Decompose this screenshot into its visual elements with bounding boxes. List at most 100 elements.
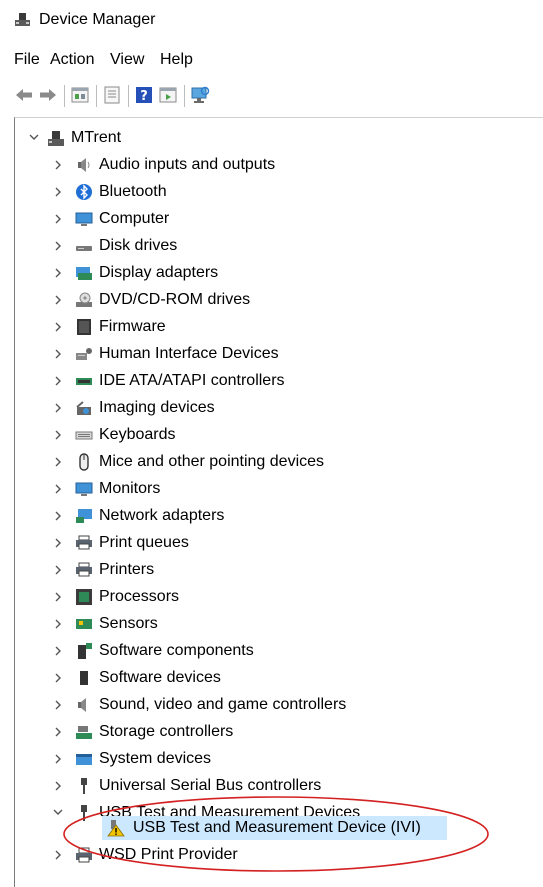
menu-file[interactable]: File: [12, 50, 42, 70]
tree-category[interactable]: Software devices: [15, 666, 535, 690]
expand-chevron-icon[interactable]: [51, 234, 65, 258]
properties-view-icon[interactable]: [70, 85, 90, 105]
bluetooth-icon: [76, 184, 92, 200]
tree-category[interactable]: Sensors: [15, 612, 535, 636]
toolbar-separator: [96, 85, 97, 107]
expand-chevron-icon[interactable]: [51, 639, 65, 663]
expand-chevron-icon[interactable]: [51, 585, 65, 609]
tree-category[interactable]: Processors: [15, 585, 535, 609]
tree-category[interactable]: Mice and other pointing devices: [15, 450, 535, 474]
expand-chevron-icon[interactable]: [51, 843, 65, 867]
expand-chevron-icon[interactable]: [51, 504, 65, 528]
printer-icon: [76, 562, 92, 577]
menu-help[interactable]: Help: [158, 50, 195, 70]
expand-chevron-icon[interactable]: [51, 207, 65, 231]
tree-category-label: Human Interface Devices: [99, 345, 279, 362]
tree-category[interactable]: Bluetooth: [15, 180, 535, 204]
tree-category-label: Disk drives: [99, 237, 178, 254]
expand-chevron-icon[interactable]: [51, 315, 65, 339]
run-icon[interactable]: [158, 85, 178, 105]
sensor-icon: [76, 619, 92, 629]
tree-category-label: Firmware: [99, 318, 166, 335]
expand-chevron-icon[interactable]: [51, 531, 65, 555]
toolbar-separator: [128, 85, 129, 107]
expand-chevron-icon[interactable]: [51, 720, 65, 744]
tree-category[interactable]: Monitors: [15, 477, 535, 501]
expand-chevron-icon[interactable]: [51, 153, 65, 177]
tree-category-label: Software devices: [99, 669, 221, 686]
expand-chevron-icon[interactable]: [51, 666, 65, 690]
tree-category-label: Audio inputs and outputs: [99, 156, 276, 173]
expand-chevron-icon[interactable]: [51, 423, 65, 447]
imaging-device-icon: [76, 401, 91, 415]
menu-action[interactable]: Action: [48, 50, 96, 70]
tree-category[interactable]: Computer: [15, 207, 535, 231]
tree-category-label: Mice and other pointing devices: [99, 453, 325, 470]
tree-category[interactable]: Sound, video and game controllers: [15, 693, 535, 717]
tree-category-label: Imaging devices: [99, 399, 215, 416]
tree-category[interactable]: DVD/CD-ROM drives: [15, 288, 535, 312]
expand-chevron-icon[interactable]: [51, 693, 65, 717]
tree-category-label: DVD/CD-ROM drives: [99, 291, 251, 308]
tree-category-label: Print queues: [99, 534, 189, 551]
system-device-icon: [76, 754, 92, 765]
expand-chevron-icon[interactable]: [51, 342, 65, 366]
tree-category[interactable]: Imaging devices: [15, 396, 535, 420]
usb-icon: [81, 778, 87, 794]
tree-category[interactable]: Audio inputs and outputs: [15, 153, 535, 177]
back-icon[interactable]: [14, 85, 34, 105]
menu-bar: File Action View Help: [0, 50, 543, 72]
tree-root[interactable]: MTrent: [15, 126, 535, 150]
expand-chevron-icon[interactable]: [51, 450, 65, 474]
tree-child-usb-ivi[interactable]: USB Test and Measurement Device (IVI): [15, 816, 535, 840]
expand-chevron-icon[interactable]: [51, 288, 65, 312]
tree-category-label: Universal Serial Bus controllers: [99, 777, 322, 794]
keyboard-icon: [75, 431, 93, 440]
scope-icon[interactable]: [102, 85, 122, 105]
tree-category-label: Processors: [99, 588, 180, 605]
expand-chevron-icon[interactable]: [51, 369, 65, 393]
tree-category-label: Sensors: [99, 615, 158, 632]
display-adapter-icon: [76, 267, 92, 280]
tree-category[interactable]: System devices: [15, 747, 535, 771]
tree-category[interactable]: Human Interface Devices: [15, 342, 535, 366]
tree-category[interactable]: Firmware: [15, 315, 535, 339]
firmware-icon: [77, 319, 91, 335]
print-queue-icon: [76, 535, 92, 550]
tree-category[interactable]: Display adapters: [15, 261, 535, 285]
tree-category-label: Network adapters: [99, 507, 225, 524]
mouse-icon: [79, 453, 89, 471]
monitor-scan-icon[interactable]: [190, 85, 210, 105]
speaker-icon: [78, 158, 90, 172]
tree-category[interactable]: Disk drives: [15, 234, 535, 258]
tree-item-wsd-print-provider[interactable]: WSD Print Provider: [15, 843, 535, 867]
sound-controller-icon: [78, 698, 86, 712]
tree-category[interactable]: Network adapters: [15, 504, 535, 528]
tree-category[interactable]: Print queues: [15, 531, 535, 555]
tree-category[interactable]: Universal Serial Bus controllers: [15, 774, 535, 798]
expand-chevron-icon[interactable]: [51, 180, 65, 204]
device-tree[interactable]: MTrent Audio inputs and outputs Bluetooth…: [14, 117, 543, 887]
disk-drive-icon: [76, 246, 92, 251]
expand-chevron-icon[interactable]: [51, 774, 65, 798]
expand-chevron-icon[interactable]: [51, 477, 65, 501]
expand-chevron-icon[interactable]: [51, 261, 65, 285]
tree-category[interactable]: Software components: [15, 639, 535, 663]
menu-view[interactable]: View: [108, 50, 146, 70]
expand-chevron-icon[interactable]: [51, 558, 65, 582]
tree-category[interactable]: Printers: [15, 558, 535, 582]
help-icon[interactable]: ?: [134, 85, 154, 105]
forward-icon[interactable]: [38, 85, 58, 105]
monitor-icon: [75, 482, 93, 496]
collapse-chevron-icon[interactable]: [27, 126, 41, 150]
dvd-drive-icon: [76, 292, 92, 307]
expand-chevron-icon[interactable]: [51, 747, 65, 771]
tree-category-label: Printers: [99, 561, 155, 578]
expand-chevron-icon[interactable]: [51, 612, 65, 636]
tree-category[interactable]: IDE ATA/ATAPI controllers: [15, 369, 535, 393]
tree-root-label: MTrent: [71, 129, 122, 146]
expand-chevron-icon[interactable]: [51, 396, 65, 420]
tree-category[interactable]: Storage controllers: [15, 720, 535, 744]
tree-category-label: System devices: [99, 750, 212, 767]
tree-category[interactable]: Keyboards: [15, 423, 535, 447]
